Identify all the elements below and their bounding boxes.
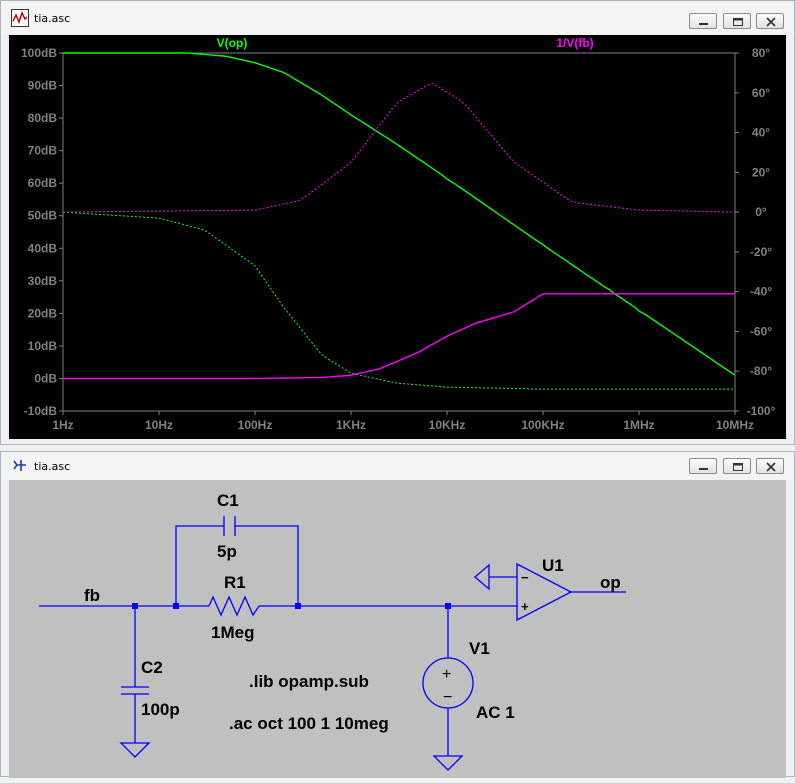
y-right-tick-label: 0° — [755, 205, 767, 219]
net-label-op[interactable]: op — [600, 573, 621, 592]
junction-dot[interactable] — [132, 603, 138, 609]
trace-label[interactable]: 1/V(fb) — [556, 36, 593, 50]
opamp-plus-mark: + — [521, 599, 529, 614]
source-plus-mark: + — [442, 666, 451, 683]
waveform-icon — [11, 9, 29, 27]
y-left-tick-label: 90dB — [28, 79, 58, 93]
close-button[interactable] — [756, 458, 784, 474]
plot-area[interactable]: V(op) 1/V(fb) 1Hz 10Hz 100Hz 1KHz 10KHz 100KHz… — [9, 35, 786, 439]
junction-dot[interactable] — [295, 603, 301, 609]
inv-vfb-phase-curve[interactable] — [62, 83, 736, 213]
restore-button[interactable] — [723, 458, 751, 474]
c1-value[interactable]: 5p — [217, 542, 237, 561]
y-right-tick-label: 20° — [752, 165, 770, 179]
y-right-tick-label: -20° — [750, 245, 772, 259]
x-tick-label: 1KHz — [336, 418, 366, 432]
y-right-tick-label: 40° — [752, 126, 770, 140]
schematic-canvas[interactable]: − + + − C1 5p R1 1Meg C2 100p V1 AC 1 U1… — [9, 480, 786, 778]
c2-value[interactable]: 100p — [141, 700, 180, 719]
minimize-button[interactable] — [689, 13, 717, 29]
y-left-tick-label: -10dB — [24, 404, 58, 418]
y-right-tick-label: 80° — [752, 46, 770, 60]
junction-dot[interactable] — [173, 603, 179, 609]
x-tick-label: 1Hz — [52, 418, 73, 432]
schematic-titlebar[interactable]: tia.asc — [1, 452, 794, 480]
c2-name[interactable]: C2 — [141, 658, 163, 677]
y-right-tick-label: -40° — [750, 285, 772, 299]
y-left-tick-label: 60dB — [28, 176, 58, 190]
junction-dot[interactable] — [445, 603, 451, 609]
y-left-tick-label: 20dB — [28, 306, 58, 320]
vop-magnitude-curve[interactable] — [63, 52, 736, 376]
schematic-window[interactable]: tia.asc − + + − C1 5p R1 1Meg C2 100p V1… — [0, 451, 795, 778]
trace-label[interactable]: V(op) — [217, 36, 248, 50]
y-left-tick-label: 0dB — [34, 371, 57, 385]
u1-name[interactable]: U1 — [542, 556, 564, 575]
y-left-tick-label: 30dB — [28, 274, 58, 288]
y-left-tick-label: 50dB — [28, 209, 58, 223]
ground-icon[interactable] — [119, 742, 151, 758]
wire-c1-right[interactable] — [235, 525, 299, 606]
bode-chart[interactable]: V(op) 1/V(fb) 1Hz 10Hz 100Hz 1KHz 10KHz 100KHz… — [9, 35, 786, 439]
y-left-tick-label: 80dB — [28, 111, 58, 125]
y-left-tick-label: 70dB — [28, 144, 58, 158]
minimize-icon — [699, 23, 708, 25]
minimize-icon — [699, 468, 708, 470]
restore-button[interactable] — [723, 13, 751, 29]
x-tick-label: 1MHz — [623, 418, 654, 432]
plot-frame — [62, 52, 736, 412]
plot-titlebar[interactable]: tia.asc — [1, 1, 794, 35]
schematic-window-title: tia.asc — [34, 460, 71, 473]
schematic-drawing[interactable]: − + + − C1 5p R1 1Meg C2 100p V1 AC 1 U1… — [9, 480, 786, 778]
v1-name[interactable]: V1 — [469, 639, 490, 658]
ground-icon[interactable] — [432, 755, 464, 771]
x-tick-label: 10MHz — [716, 418, 754, 432]
restore-icon — [733, 463, 743, 471]
x-tick-label: 10KHz — [429, 418, 466, 432]
restore-icon — [733, 18, 743, 26]
y-right-tick-label: -60° — [750, 324, 772, 338]
ground-icon[interactable] — [474, 563, 490, 591]
y-left-tick-label: 40dB — [28, 241, 58, 255]
plot-window[interactable]: tia.asc V(op) 1/V(fb) 1Hz 10Hz 100Hz 1KHz 10K… — [0, 0, 795, 445]
y-right-tick-label: -80° — [750, 364, 772, 378]
schematic-icon — [13, 460, 26, 471]
close-icon — [766, 462, 776, 472]
close-icon — [766, 17, 776, 27]
opamp-minus-mark: − — [521, 570, 529, 585]
r1-name[interactable]: R1 — [224, 573, 246, 592]
ac-directive[interactable]: .ac oct 100 1 10meg — [229, 714, 389, 733]
lib-directive[interactable]: .lib opamp.sub — [249, 672, 369, 691]
x-tick-label: 10Hz — [145, 418, 173, 432]
vop-phase-curve[interactable] — [62, 211, 735, 390]
source-minus-mark: − — [443, 689, 452, 706]
r1-resistor[interactable] — [208, 595, 264, 617]
x-tick-label: 100Hz — [238, 418, 273, 432]
y-left-tick-label: 10dB — [28, 339, 58, 353]
y-right-tick-label: 60° — [752, 86, 770, 100]
y-right-tick-label: -100° — [747, 404, 776, 418]
x-tick-label: 100KHz — [521, 418, 564, 432]
r1-value[interactable]: 1Meg — [211, 623, 254, 642]
v1-value[interactable]: AC 1 — [476, 703, 515, 722]
c1-name[interactable]: C1 — [217, 491, 239, 510]
close-button[interactable] — [756, 13, 784, 29]
net-label-fb[interactable]: fb — [84, 586, 100, 605]
wire-c1-left[interactable] — [175, 525, 224, 606]
y-left-tick-label: 100dB — [21, 46, 57, 60]
plot-window-title: tia.asc — [34, 12, 71, 25]
minimize-button[interactable] — [689, 458, 717, 474]
